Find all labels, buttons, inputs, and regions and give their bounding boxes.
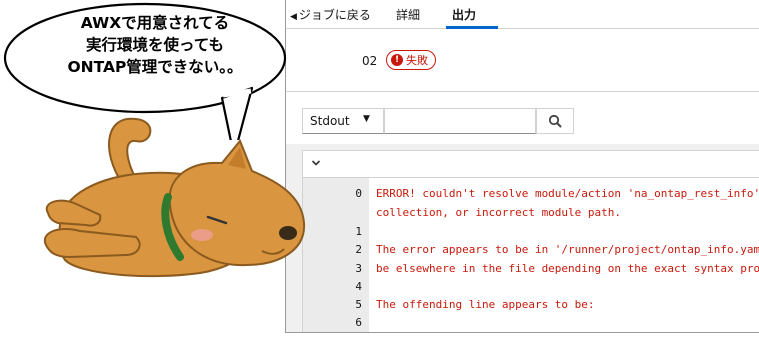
bubble-line: 実行環境を使っても: [86, 36, 224, 54]
error-icon: !: [391, 54, 403, 66]
search-icon: [548, 114, 562, 128]
caret-down-icon: ▼: [363, 114, 370, 124]
line-number: 5: [355, 298, 362, 311]
chevron-down-icon[interactable]: [310, 157, 322, 169]
collapse-all-row: [303, 151, 759, 178]
job-header: 02 ! 失敗: [286, 29, 759, 91]
output-line: be elsewhere in the file depending on th…: [376, 262, 759, 275]
tab-back-label: ジョブに戻る: [298, 8, 371, 22]
stdout-filter-select[interactable]: Stdout ▼: [302, 108, 384, 134]
stdout-select-label: Stdout: [310, 114, 350, 128]
search-button[interactable]: [536, 108, 574, 134]
search-input[interactable]: [384, 108, 536, 134]
speech-bubble-text: AWXで用意されてる 実行環境を使っても ONTAP管理できない。。: [35, 12, 275, 78]
line-number: 6: [355, 316, 362, 329]
line-number: 4: [355, 280, 362, 293]
job-id: 02: [362, 54, 378, 68]
tab-output[interactable]: 出力: [452, 6, 476, 23]
bubble-line: ONTAP管理できない。。: [67, 58, 243, 76]
job-output-panel: ◀ ジョブに戻る 詳細 出力 02 ! 失敗 Stdout ▼ 0 ERROR!…: [285, 0, 759, 333]
tab-details[interactable]: 詳細: [396, 6, 420, 23]
stdout-output: 0 ERROR! couldn't resolve module/action …: [302, 150, 759, 332]
tab-bar: ◀ ジョブに戻る 詳細 出力: [286, 0, 759, 29]
line-number: 1: [355, 225, 362, 238]
status-badge: ! 失敗: [386, 50, 436, 70]
lying-dog-illustration: [43, 117, 306, 278]
output-line: ERROR! couldn't resolve module/action 'n…: [376, 187, 759, 200]
output-line: The offending line appears to be:: [376, 298, 595, 311]
line-number: 0: [355, 187, 362, 200]
line-number: 3: [355, 262, 362, 275]
output-line: collection, or incorrect module path.: [376, 206, 622, 219]
status-label: 失敗: [406, 54, 428, 67]
output-toolbar: Stdout ▼: [286, 91, 759, 144]
output-line: The error appears to be in '/runner/proj…: [376, 243, 759, 256]
tab-back-to-jobs[interactable]: ◀ ジョブに戻る: [290, 6, 371, 23]
bubble-line: AWXで用意されてる: [80, 14, 230, 32]
line-number: 2: [355, 243, 362, 256]
